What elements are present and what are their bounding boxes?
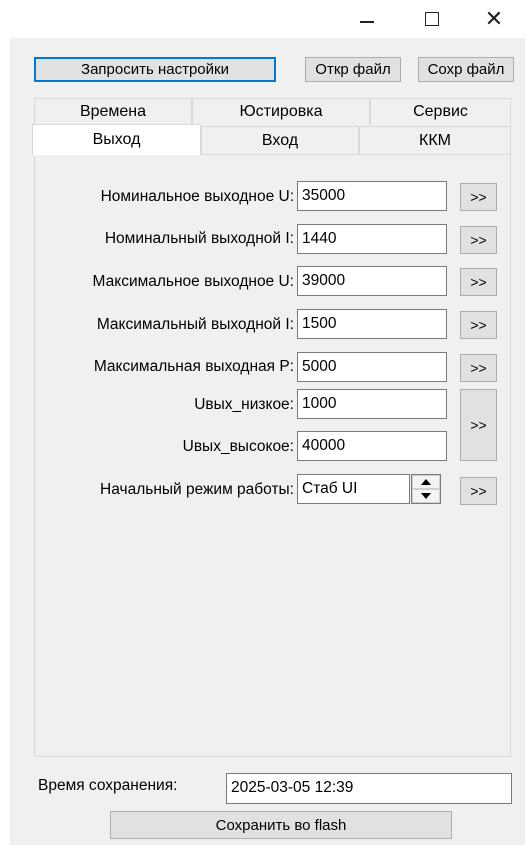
send-u-range-button[interactable]: >> xyxy=(460,389,497,461)
label-start-mode: Начальный режим работы: xyxy=(100,481,294,498)
label-max-p: Максимальная выходная P: xyxy=(93,358,294,375)
label-nominal-i: Номинальный выходной I: xyxy=(104,230,294,247)
request-settings-label: Запросить настройки xyxy=(81,61,229,78)
open-file-label: Откр файл xyxy=(315,61,391,78)
tab-vhod-label: Вход xyxy=(261,131,299,149)
tab-kkm-label: ККМ xyxy=(419,131,451,149)
tab-yustirovka[interactable]: Юстировка xyxy=(192,98,370,125)
send-start-mode-button[interactable]: >> xyxy=(460,477,497,505)
tab-kkm[interactable]: ККМ xyxy=(359,126,511,154)
maximize-icon xyxy=(425,12,439,26)
save-file-button[interactable]: Сохр файл xyxy=(418,57,514,82)
spin-down-button[interactable] xyxy=(412,489,440,503)
spin-down-icon xyxy=(421,493,431,499)
label-u-low: Uвых_низкое: xyxy=(194,396,294,413)
send-nominal-u-button[interactable]: >> xyxy=(460,183,497,211)
send-max-i-label: >> xyxy=(470,317,487,333)
tab-yustirovka-label: Юстировка xyxy=(239,103,323,120)
send-start-mode-label: >> xyxy=(470,483,487,499)
send-nominal-i-label: >> xyxy=(470,232,487,248)
save-flash-button[interactable]: Сохранить во flash xyxy=(110,811,452,839)
request-settings-button[interactable]: Запросить настройки xyxy=(34,57,276,82)
minimize-button[interactable] xyxy=(344,0,390,38)
tab-vremena-label: Времена xyxy=(79,103,147,120)
maximize-button[interactable] xyxy=(409,0,455,38)
send-nominal-i-button[interactable]: >> xyxy=(460,226,497,254)
window-titlebar: ✕ xyxy=(0,0,525,38)
tab-vhod[interactable]: Вход xyxy=(201,126,359,154)
u-high-input[interactable]: 40000 xyxy=(297,431,447,461)
send-max-u-label: >> xyxy=(470,274,487,290)
label-u-high: Uвых_высокое: xyxy=(182,438,294,455)
tab-vremena[interactable]: Времена xyxy=(34,98,192,125)
label-max-i: Максимальный выходной I: xyxy=(96,316,294,333)
close-button[interactable]: ✕ xyxy=(471,0,517,38)
tab-vyhod-label: Выход xyxy=(92,131,141,148)
tab-servis[interactable]: Сервис xyxy=(370,98,511,125)
tab-vyhod[interactable]: Выход xyxy=(32,124,201,155)
send-max-u-button[interactable]: >> xyxy=(460,268,497,296)
spin-up-button[interactable] xyxy=(412,475,440,489)
spin-up-icon xyxy=(421,479,431,485)
max-i-input[interactable]: 1500 xyxy=(297,309,447,339)
send-nominal-u-label: >> xyxy=(470,189,487,205)
nominal-u-input[interactable]: 35000 xyxy=(297,181,447,211)
close-icon: ✕ xyxy=(484,6,504,31)
start-mode-spinner[interactable] xyxy=(411,474,441,504)
max-u-input[interactable]: 39000 xyxy=(297,266,447,296)
nominal-i-input[interactable]: 1440 xyxy=(297,224,447,254)
max-p-input[interactable]: 5000 xyxy=(297,352,447,382)
save-time-field: 2025-03-05 12:39 xyxy=(226,773,512,804)
start-mode-input[interactable]: Стаб UI xyxy=(297,474,410,504)
save-flash-label: Сохранить во flash xyxy=(215,816,347,834)
open-file-button[interactable]: Откр файл xyxy=(305,57,401,82)
send-max-i-button[interactable]: >> xyxy=(460,311,497,339)
label-nominal-u: Номинальное выходное U: xyxy=(100,188,294,205)
send-u-range-label: >> xyxy=(470,417,487,433)
send-max-p-label: >> xyxy=(470,360,487,376)
label-max-u: Максимальное выходное U: xyxy=(92,273,294,290)
u-low-input[interactable]: 1000 xyxy=(297,389,447,419)
save-time-label: Время сохранения: xyxy=(38,777,178,794)
minimize-icon xyxy=(360,21,374,23)
save-file-label: Сохр файл xyxy=(427,61,505,78)
tab-servis-label: Сервис xyxy=(413,103,468,120)
window-left-edge xyxy=(0,38,10,845)
send-max-p-button[interactable]: >> xyxy=(460,354,497,382)
